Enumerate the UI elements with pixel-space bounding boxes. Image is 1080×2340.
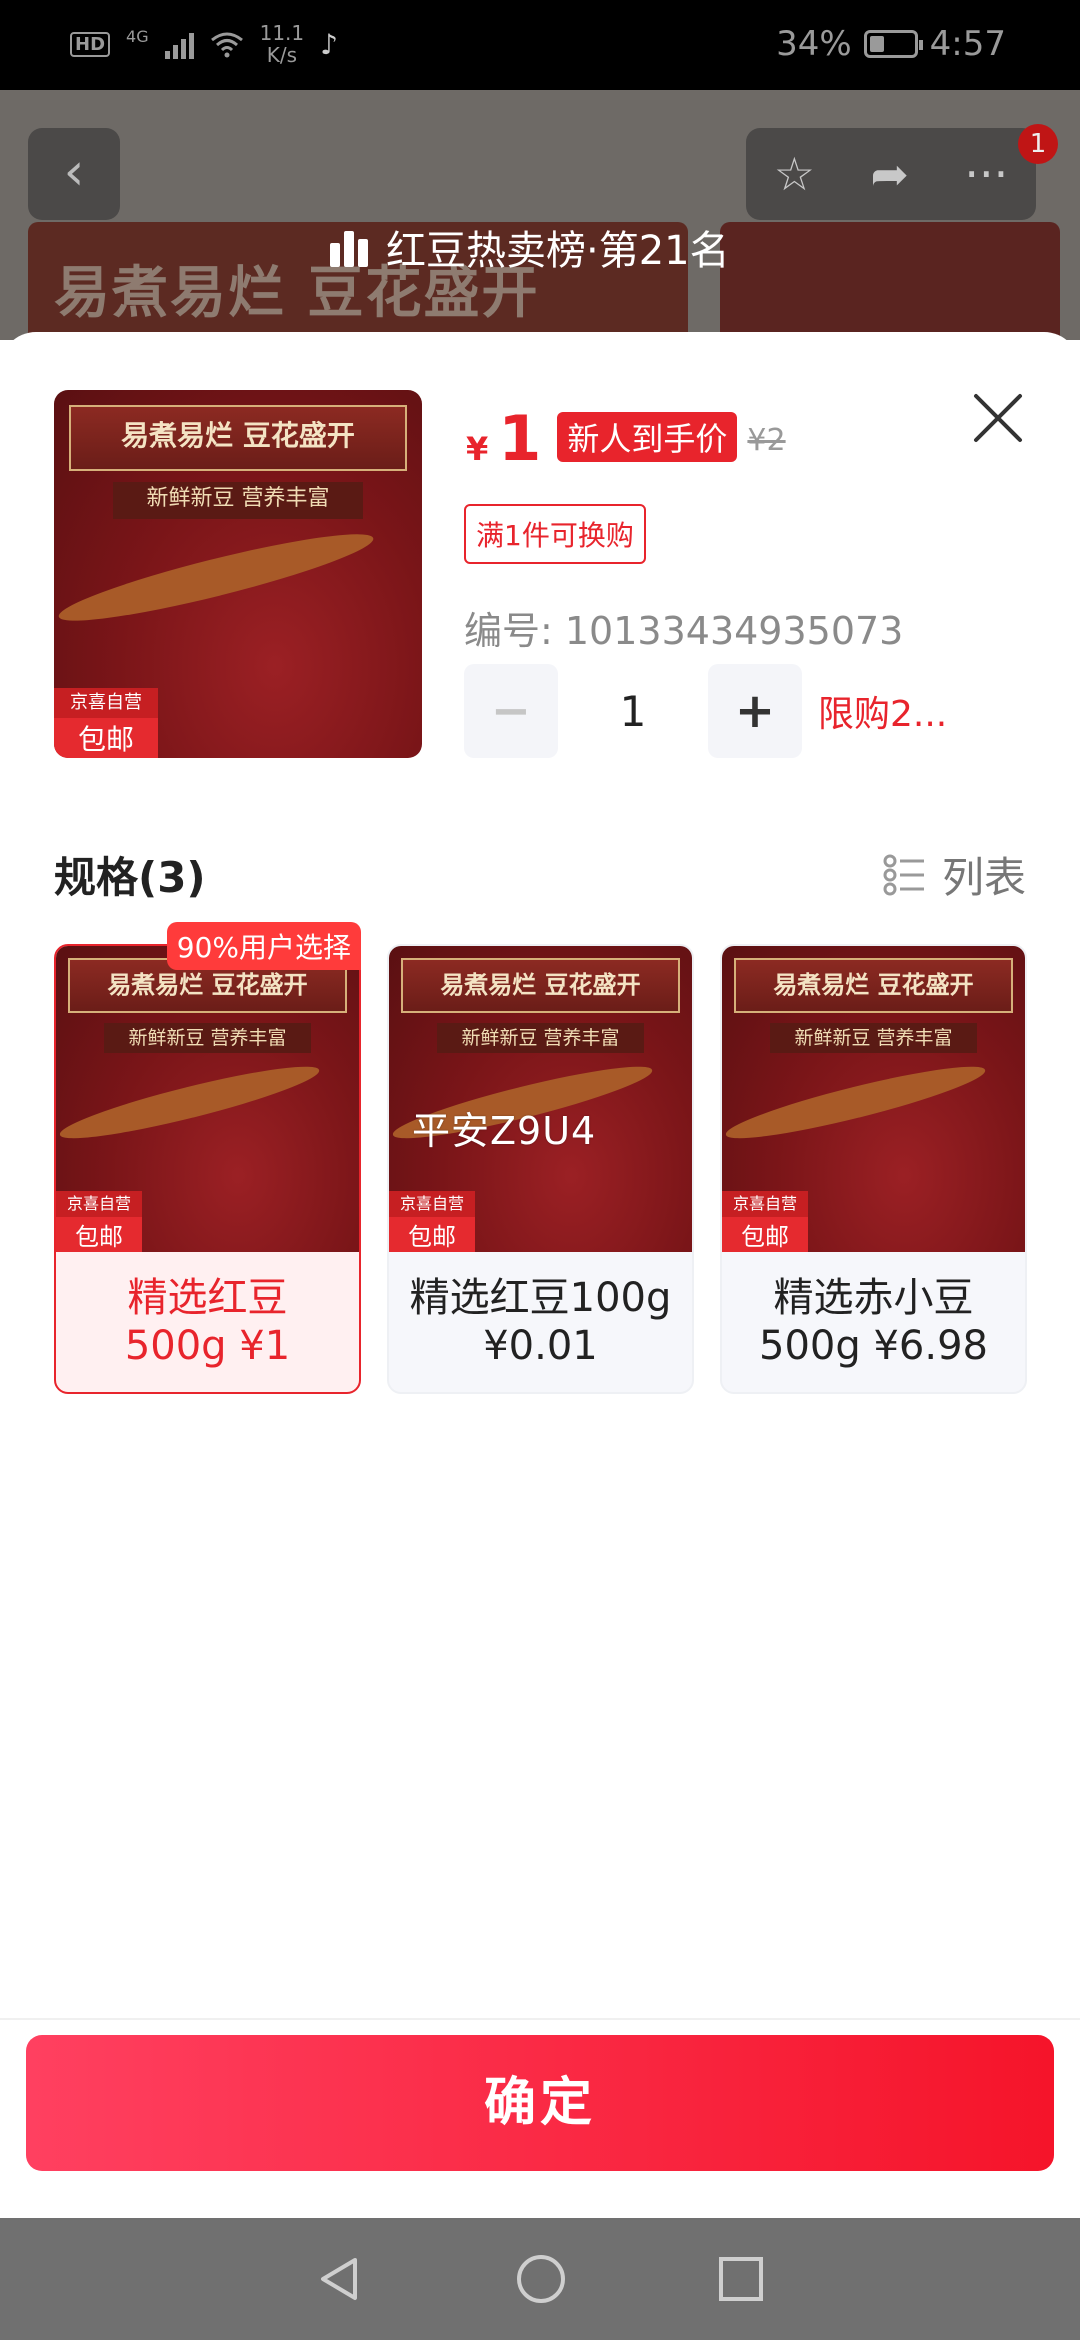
badge-top: 京喜自营 bbox=[54, 688, 158, 718]
nav-recents-icon[interactable] bbox=[717, 2255, 765, 2303]
badge-top: 京喜自营 bbox=[389, 1191, 475, 1217]
background-page: 易煮易烂 豆花盛开 ‹ ☆ ➦ ··· 1 红豆热卖榜·第21名 bbox=[0, 90, 1080, 340]
list-toggle-label: 列表 bbox=[941, 853, 1026, 902]
image-subtitle: 新鲜新豆 营养丰富 bbox=[770, 1022, 977, 1054]
spec-option-card[interactable]: 易煮易烂 豆花盛开 新鲜新豆 营养丰富 京喜自营 包邮 精选赤小豆 500g ¥… bbox=[720, 944, 1027, 1394]
top-actions: ☆ ➦ ··· bbox=[746, 128, 1036, 220]
decrease-button[interactable]: − bbox=[464, 664, 558, 758]
spec-option-text: 精选红豆 500g ¥1 bbox=[56, 1252, 359, 1392]
rank-banner[interactable]: 红豆热卖榜·第21名 bbox=[330, 218, 730, 276]
badge-bottom: 包邮 bbox=[77, 723, 134, 756]
spec-option-text: 精选赤小豆 500g ¥6.98 bbox=[722, 1252, 1025, 1392]
price-tag: 新人到手价 bbox=[557, 412, 738, 462]
nav-home-icon[interactable] bbox=[515, 2253, 567, 2305]
image-subtitle: 新鲜新豆 营养丰富 bbox=[104, 1022, 311, 1054]
badge-top: 京喜自营 bbox=[722, 1191, 808, 1217]
spoon-graphic bbox=[54, 520, 378, 635]
free-shipping-badge: 京喜自营 包邮 bbox=[56, 1191, 142, 1252]
rank-text: 红豆热卖榜·第21名 bbox=[386, 228, 730, 274]
confirm-button[interactable]: 确定 bbox=[26, 2035, 1054, 2171]
quantity-value[interactable]: 1 bbox=[558, 687, 708, 736]
image-title: 易煮易烂 豆花盛开 bbox=[734, 958, 1013, 1014]
list-view-toggle[interactable]: 列表 bbox=[882, 844, 1026, 905]
free-shipping-badge: 京喜自营 包邮 bbox=[722, 1191, 808, 1252]
network-speed: 11.1 K/s bbox=[260, 22, 305, 66]
back-button[interactable]: ‹ bbox=[28, 128, 120, 220]
spec-option[interactable]: 易煮易烂 豆花盛开 新鲜新豆 营养丰富 京喜自营 包邮 精选赤小豆 500g ¥… bbox=[720, 944, 1027, 1394]
spec-option-price: 500g ¥1 bbox=[124, 1323, 291, 1369]
product-image[interactable]: 易煮易烂 豆花盛开 新鲜新豆 营养丰富 京喜自营 包邮 bbox=[54, 390, 422, 758]
status-bar: HD 4G 11.1 K/s ♪ 34% 4:57 bbox=[0, 0, 1080, 90]
purchase-limit[interactable]: 限购2... bbox=[818, 685, 947, 737]
badge-top: 京喜自营 bbox=[56, 1191, 142, 1217]
system-nav-bar bbox=[0, 2218, 1080, 2340]
hd-indicator: HD bbox=[70, 31, 111, 57]
more-icon[interactable]: ··· bbox=[964, 147, 1008, 201]
battery-icon bbox=[863, 30, 923, 58]
spec-option-price: 500g ¥6.98 bbox=[759, 1323, 988, 1369]
spec-option-card[interactable]: 易煮易烂 豆花盛开 新鲜新豆 营养丰富 京喜自营 包邮 精选红豆 500g ¥1 bbox=[54, 944, 361, 1394]
star-icon[interactable]: ☆ bbox=[774, 147, 815, 201]
badge-bottom: 包邮 bbox=[408, 1223, 456, 1251]
rank-icon bbox=[330, 227, 368, 267]
price-symbol: ¥ bbox=[466, 430, 489, 468]
spoon-graphic bbox=[56, 1054, 323, 1150]
spec-option-text: 精选红豆100g ¥0.01 bbox=[389, 1252, 692, 1392]
sku-number: 编号: 10133434935073 bbox=[464, 609, 904, 653]
speed-value: 11.1 bbox=[259, 21, 305, 45]
swap-tag: 满1件可换购 bbox=[464, 504, 646, 564]
sku-sheet: 易煮易烂 豆花盛开 新鲜新豆 营养丰富 京喜自营 包邮 ¥ 1 新人到手价 ¥2… bbox=[0, 332, 1080, 2217]
battery-percent: 34% bbox=[776, 24, 852, 64]
badge-bottom: 包邮 bbox=[741, 1223, 789, 1251]
price-value: 1 bbox=[498, 402, 542, 475]
spec-option-name: 精选赤小豆 bbox=[773, 1275, 974, 1321]
quantity-stepper: − 1 + 限购2... bbox=[464, 664, 947, 758]
popular-badge: 90%用户选择 bbox=[166, 922, 361, 970]
cart-badge: 1 bbox=[1018, 124, 1058, 164]
spec-option-image: 易煮易烂 豆花盛开 新鲜新豆 营养丰富 京喜自营 包邮 bbox=[389, 946, 692, 1252]
original-price: ¥2 bbox=[747, 423, 786, 458]
spec-option-name: 精选红豆100g bbox=[409, 1275, 672, 1321]
badge-bottom: 包邮 bbox=[75, 1223, 123, 1251]
list-icon bbox=[883, 854, 924, 895]
share-icon[interactable]: ➦ bbox=[870, 147, 909, 201]
nav-back-icon[interactable] bbox=[315, 2254, 365, 2304]
footer-divider bbox=[0, 2018, 1080, 2020]
free-shipping-badge: 京喜自营 包邮 bbox=[54, 688, 158, 758]
spec-option-price: ¥0.01 bbox=[483, 1323, 598, 1369]
spec-option-name: 精选红豆 bbox=[127, 1275, 288, 1321]
image-subtitle: 新鲜新豆 营养丰富 bbox=[437, 1022, 644, 1054]
price-row: ¥ 1 新人到手价 ¥2 bbox=[466, 402, 786, 475]
spec-option-card[interactable]: 易煮易烂 豆花盛开 新鲜新豆 营养丰富 京喜自营 包邮 精选红豆100g ¥0.… bbox=[387, 944, 694, 1394]
spec-option[interactable]: 易煮易烂 豆花盛开 新鲜新豆 营养丰富 京喜自营 包邮 精选红豆100g ¥0.… bbox=[387, 944, 694, 1394]
close-icon[interactable] bbox=[968, 388, 1028, 448]
spec-title: 规格(3) bbox=[54, 853, 206, 902]
image-title: 易煮易烂 豆花盛开 bbox=[68, 404, 408, 471]
increase-button[interactable]: + bbox=[708, 664, 802, 758]
spec-option-image: 易煮易烂 豆花盛开 新鲜新豆 营养丰富 京喜自营 包邮 bbox=[722, 946, 1025, 1252]
signal-icon bbox=[164, 29, 194, 59]
spec-option[interactable]: 易煮易烂 豆花盛开 新鲜新豆 营养丰富 京喜自营 包邮 精选红豆 500g ¥1… bbox=[54, 922, 361, 1394]
image-subtitle: 新鲜新豆 营养丰富 bbox=[112, 482, 364, 519]
spec-option-image: 易煮易烂 豆花盛开 新鲜新豆 营养丰富 京喜自营 包邮 bbox=[56, 946, 359, 1252]
wifi-icon bbox=[210, 32, 243, 58]
clock: 4:57 bbox=[929, 24, 1006, 64]
network-type: 4G bbox=[126, 26, 149, 46]
speed-unit: K/s bbox=[266, 43, 297, 67]
image-title: 易煮易烂 豆花盛开 bbox=[401, 958, 680, 1014]
watermark-text: 平安Z9U4 bbox=[412, 1109, 597, 1153]
free-shipping-badge: 京喜自营 包邮 bbox=[389, 1191, 475, 1252]
tiktok-icon: ♪ bbox=[320, 27, 338, 61]
background-beans-image bbox=[720, 222, 1060, 340]
spoon-graphic bbox=[722, 1054, 989, 1150]
